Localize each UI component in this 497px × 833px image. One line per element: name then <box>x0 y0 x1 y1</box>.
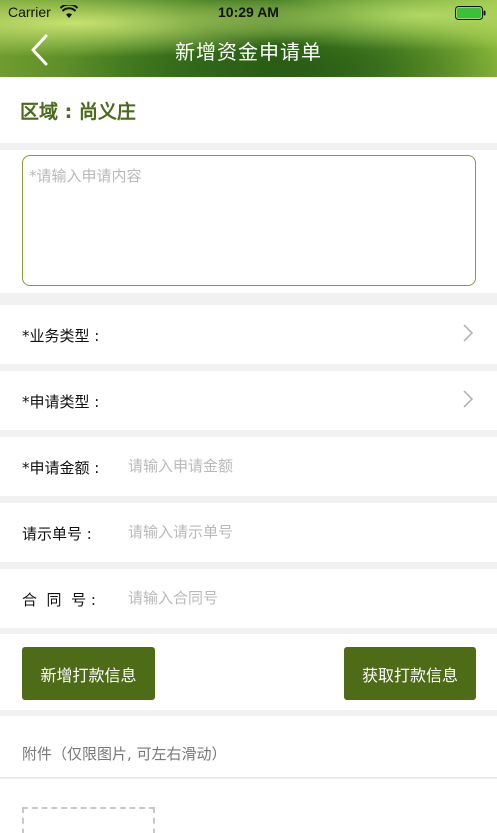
apply-amount-label: *申请金额 : <box>22 459 100 477</box>
nav-header: Carrier 10:29 AM 新增资金申请单 <box>0 0 497 77</box>
battery-icon <box>455 6 486 20</box>
contract-number-row: 合 同 号 : <box>0 569 497 628</box>
contract-number-label: 合 同 号 : <box>22 591 96 609</box>
attachment-label: 附件（仅限图片, 可左右滑动） <box>22 745 227 763</box>
attachment-row: 附件（仅限图片, 可左右滑动） <box>0 716 497 778</box>
status-time: 10:29 AM <box>218 4 279 20</box>
apply-type-row[interactable]: *申请类型 : <box>0 371 497 430</box>
add-image-box[interactable] <box>22 807 155 833</box>
apply-amount-row: *申请金额 : <box>0 437 497 496</box>
attachment-upload-area <box>0 779 497 833</box>
request-number-row: 请示单号 : <box>0 503 497 562</box>
business-type-label: *业务类型 : <box>22 327 100 345</box>
action-button-row: 新增打款信息 获取打款信息 <box>0 634 497 710</box>
get-payment-info-button[interactable]: 获取打款信息 <box>344 647 476 700</box>
request-number-input[interactable] <box>128 517 458 547</box>
contract-number-input[interactable] <box>128 583 458 613</box>
content-section <box>0 150 497 293</box>
add-payment-info-button[interactable]: 新增打款信息 <box>22 647 155 700</box>
business-type-row[interactable]: *业务类型 : <box>0 305 497 364</box>
area-label: 区域 : 尚义庄 <box>20 101 136 123</box>
chevron-right-icon <box>463 390 473 408</box>
apply-type-label: *申请类型 : <box>22 393 100 411</box>
page-title: 新增资金申请单 <box>175 40 322 64</box>
content-textarea[interactable] <box>22 155 476 286</box>
status-bar: Carrier 10:29 AM <box>0 0 497 26</box>
apply-amount-input[interactable] <box>128 451 458 481</box>
request-number-label: 请示单号 : <box>22 525 92 543</box>
chevron-right-icon <box>463 324 473 342</box>
area-row: 区域 : 尚义庄 <box>0 77 497 143</box>
